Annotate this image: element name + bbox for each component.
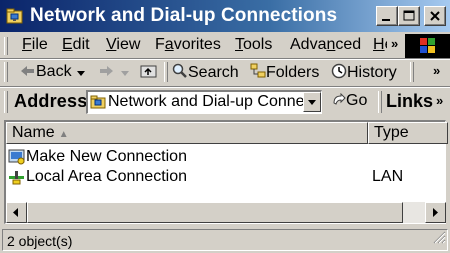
menu-file[interactable]: File xyxy=(22,36,48,54)
address-dropdown-button[interactable] xyxy=(303,92,321,112)
up-folder-button[interactable] xyxy=(140,63,158,84)
menu-help[interactable]: He xyxy=(373,36,387,54)
toolbar-overflow-chevron[interactable]: » xyxy=(433,63,440,78)
links-overflow-chevron[interactable]: » xyxy=(436,93,443,108)
address-grip[interactable] xyxy=(4,91,8,113)
status-pane: 2 object(s) xyxy=(2,229,448,251)
search-icon xyxy=(172,63,188,84)
history-label: History xyxy=(347,64,397,81)
menu-grip[interactable] xyxy=(4,37,8,55)
network-folder-icon xyxy=(6,7,24,25)
scroll-thumb[interactable] xyxy=(27,202,403,223)
forward-dropdown[interactable] xyxy=(120,65,130,83)
windows-logo xyxy=(405,34,450,58)
menu-overflow-chevron[interactable]: » xyxy=(391,36,398,51)
item-name: Make New Connection xyxy=(26,148,187,165)
list-item[interactable]: Make New Connection xyxy=(6,148,446,168)
address-bar: Address Network and Dial-up Conne Go Lin… xyxy=(0,88,450,118)
links-label[interactable]: Links xyxy=(386,91,433,112)
chevron-down-icon xyxy=(308,100,316,105)
column-name-label: Name xyxy=(12,124,55,141)
lan-connection-icon xyxy=(8,169,25,191)
menu-tools[interactable]: Tools xyxy=(235,36,272,54)
folders-tree-icon xyxy=(250,63,266,84)
network-folder-icon xyxy=(90,94,106,113)
back-label: Back xyxy=(36,63,72,80)
arrow-left-icon xyxy=(13,208,18,217)
back-button[interactable]: Back xyxy=(20,63,72,83)
scroll-right-button[interactable] xyxy=(425,202,446,223)
back-arrow-icon xyxy=(20,64,36,83)
scroll-left-button[interactable] xyxy=(6,202,27,223)
go-button[interactable]: Go xyxy=(332,92,367,112)
resize-grip-icon[interactable] xyxy=(432,230,446,249)
forward-arrow-icon xyxy=(98,64,114,83)
menu-advanced[interactable]: Advanced xyxy=(290,36,361,54)
column-header-name[interactable]: Name ▲ xyxy=(6,122,368,144)
maximize-button[interactable] xyxy=(398,6,420,26)
folders-label: Folders xyxy=(266,64,320,81)
dropdown-arrow-icon xyxy=(121,71,129,76)
column-header-type[interactable]: Type xyxy=(368,122,448,144)
menu-edit[interactable]: Edit xyxy=(62,36,90,54)
menu-favorites[interactable]: Favorites xyxy=(155,36,221,54)
go-label: Go xyxy=(346,92,368,109)
folders-button[interactable]: Folders xyxy=(250,63,319,84)
list-item[interactable]: Local Area Connection LAN xyxy=(6,168,446,188)
status-bar: 2 object(s) xyxy=(0,227,450,253)
toolbar-separator xyxy=(410,62,414,82)
address-input[interactable]: Network and Dial-up Conne xyxy=(108,93,305,111)
close-button[interactable] xyxy=(424,6,446,26)
explorer-window: Network and Dial-up Connections File Edi… xyxy=(0,0,450,253)
menu-view[interactable]: View xyxy=(106,36,140,54)
up-folder-icon xyxy=(140,63,158,84)
back-dropdown[interactable] xyxy=(76,65,86,83)
toolbar-grip[interactable] xyxy=(4,62,8,82)
dropdown-arrow-icon xyxy=(77,71,85,76)
standard-toolbar: Back Search Folders History » xyxy=(0,60,450,86)
arrow-right-icon xyxy=(433,208,438,217)
forward-button[interactable] xyxy=(98,63,114,83)
toolbar-separator xyxy=(164,62,168,82)
history-button[interactable]: History xyxy=(331,63,397,84)
column-type-label: Type xyxy=(374,124,409,141)
minimize-button[interactable] xyxy=(376,6,398,26)
menu-file-rest: ile xyxy=(31,36,48,53)
history-clock-icon xyxy=(331,63,347,84)
search-label: Search xyxy=(188,64,239,81)
item-name: Local Area Connection xyxy=(26,168,187,185)
item-type: LAN xyxy=(372,168,404,185)
title-bar[interactable]: Network and Dial-up Connections xyxy=(0,0,450,34)
links-grip[interactable] xyxy=(378,91,382,113)
window-title: Network and Dial-up Connections xyxy=(30,5,338,26)
connections-list[interactable]: Name ▲ Type Make New Connection Local Are… xyxy=(4,120,448,224)
sort-ascending-icon: ▲ xyxy=(58,129,69,140)
horizontal-scrollbar[interactable] xyxy=(6,202,446,223)
go-arrow-icon xyxy=(332,92,346,112)
address-combobox[interactable]: Network and Dial-up Conne xyxy=(86,90,322,114)
menu-bar: File Edit View Favorites Tools Advanced … xyxy=(0,34,450,58)
address-label: Address xyxy=(14,91,88,111)
status-text: 2 object(s) xyxy=(7,233,73,249)
search-button[interactable]: Search xyxy=(172,63,239,84)
